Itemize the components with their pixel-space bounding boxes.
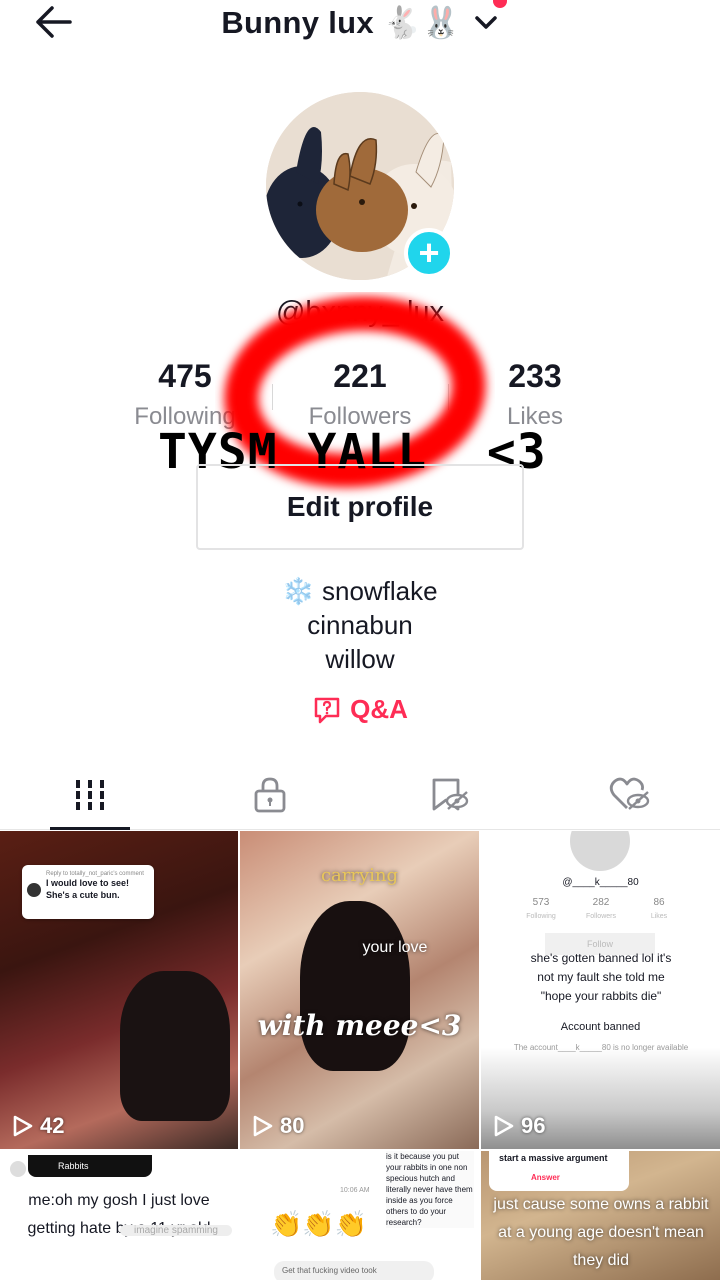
stat-value: 233 <box>508 358 562 394</box>
stat-value: 221 <box>333 358 387 394</box>
view-count-value: 42 <box>40 1113 65 1138</box>
bio-line: ❄️ snowflake <box>282 576 438 606</box>
tile-handle: @____k_____80 <box>562 877 639 888</box>
add-photo-button[interactable]: + <box>404 228 454 278</box>
bunny-silhouette <box>300 901 410 1071</box>
tab-bookmarks[interactable] <box>360 760 540 830</box>
bio-line: willow <box>325 644 395 674</box>
avatar <box>27 883 41 897</box>
view-count: 96 <box>493 1113 545 1139</box>
view-count-value: 96 <box>521 1113 546 1138</box>
qa-link[interactable]: Q&A <box>0 694 720 725</box>
video-caption: carrying <box>320 865 399 886</box>
qa-label: Q&A <box>350 694 408 724</box>
avatar <box>570 831 630 871</box>
tab-liked[interactable] <box>540 760 720 830</box>
video-thumbnail[interactable]: Reply to totally_not_paric's comment I w… <box>0 831 238 1149</box>
video-caption: your love <box>362 939 428 956</box>
play-icon <box>494 1115 514 1137</box>
video-grid: Reply to totally_not_paric's comment I w… <box>0 831 720 1280</box>
bunny-silhouette <box>120 971 230 1121</box>
tile-stat: 573 <box>532 897 550 908</box>
tile-text: she's gotten banned lol it's not my faul… <box>530 951 672 1003</box>
active-tab-indicator <box>50 827 130 830</box>
tile-bubble: is it because you put your rabbits in on… <box>386 1151 474 1228</box>
stat-followers[interactable]: 221 Followers <box>270 358 450 431</box>
view-count-value: 80 <box>280 1113 305 1138</box>
heart-hidden-icon <box>609 777 650 810</box>
stat-value: 475 <box>158 358 212 394</box>
chevron-down-icon <box>474 16 497 29</box>
tile-banned-note: The account____k_____80 is no longer ava… <box>513 1043 689 1052</box>
video-thumbnail[interactable]: 10:06 AM is it because you put your rabb… <box>240 1151 479 1280</box>
reply-text: I would love to see! She's a cute bun. <box>46 878 130 900</box>
tile-stat-label: Following <box>526 913 556 920</box>
top-bar: Bunny lux 🐇🐰 <box>0 0 720 44</box>
tile-time: 10:06 AM <box>340 1187 370 1194</box>
grid-icon <box>76 780 104 810</box>
view-count: 80 <box>252 1113 304 1139</box>
bio: ❄️ snowflake cinnabun willow <box>0 574 720 676</box>
stat-likes[interactable]: 233 Likes <box>445 358 625 431</box>
bio-line: cinnabun <box>307 610 413 640</box>
tile-banned: Account banned <box>560 1021 641 1033</box>
reply-card: Reply to totally_not_paric's comment I w… <box>22 865 154 919</box>
view-count: 42 <box>12 1113 64 1139</box>
tile-subtext: imagine spamming <box>120 1225 232 1236</box>
video-caption: with meee<3 <box>257 1009 462 1042</box>
tile-stat: 86 <box>653 897 665 908</box>
video-thumbnail[interactable]: carrying your love with meee<3 80 <box>240 831 479 1149</box>
stat-following[interactable]: 475 Following <box>95 358 275 431</box>
clap-emoji: 👏👏👏 <box>270 1209 368 1239</box>
profile-handle: @bxnny_.lux <box>275 296 445 328</box>
plus-icon: + <box>418 232 440 273</box>
bookmark-hidden-icon <box>432 778 469 811</box>
video-thumbnail[interactable]: @____k_____80 573 282 86 Following Follo… <box>481 831 720 1149</box>
tile-card-text: start a massive argument <box>499 1153 608 1163</box>
account-switcher[interactable]: Bunny lux 🐇🐰 <box>0 0 720 44</box>
video-thumbnail[interactable]: Rabbits me:oh my gosh I just love gettin… <box>0 1151 238 1280</box>
tile-text: just cause some owns a rabbit at a young… <box>493 1196 709 1269</box>
lock-icon <box>254 777 286 813</box>
content-tabs <box>0 760 720 830</box>
question-bubble-icon <box>314 697 340 723</box>
avatar <box>10 1161 26 1177</box>
page-title: Bunny lux 🐇🐰 <box>221 4 461 40</box>
play-icon <box>13 1115 33 1137</box>
tile-chip: Rabbits <box>28 1155 152 1177</box>
tile-stat-label: Followers <box>586 913 616 920</box>
tab-private[interactable] <box>180 760 360 830</box>
tile-footer: Get that fucking video took <box>274 1261 434 1280</box>
edit-profile-button[interactable]: Edit profile <box>196 464 524 550</box>
tab-videos[interactable] <box>0 760 180 830</box>
tile-stat-label: Likes <box>650 913 668 920</box>
tile-answer: Answer <box>531 1173 560 1182</box>
tile-stat: 282 <box>592 897 610 908</box>
play-icon <box>253 1115 273 1137</box>
video-thumbnail[interactable]: start a massive argument Answer just cau… <box>481 1151 720 1280</box>
